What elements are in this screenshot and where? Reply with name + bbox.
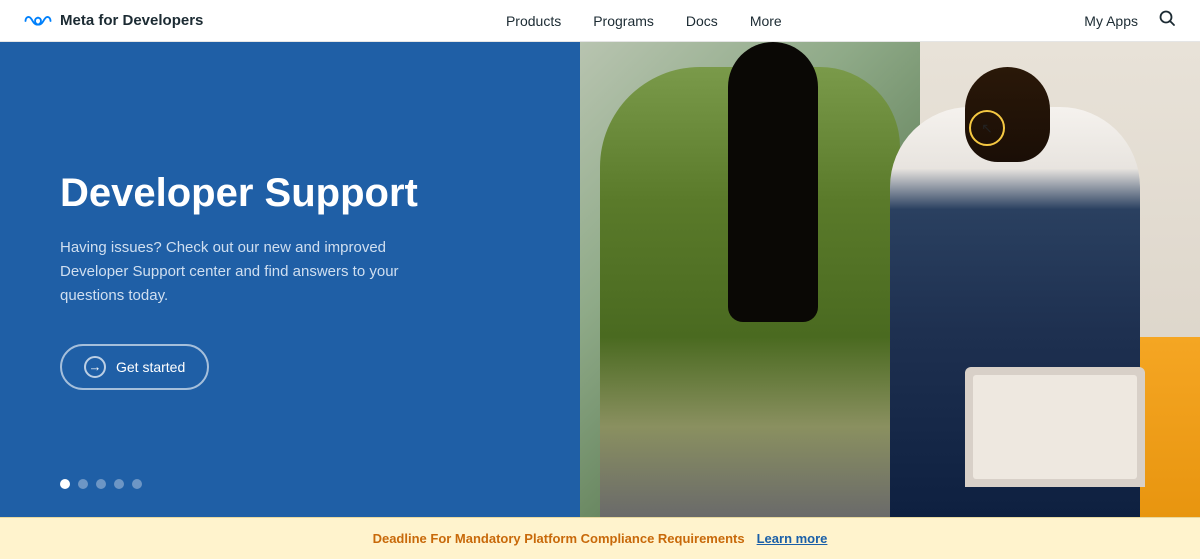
dot-1[interactable] [60,479,70,489]
hero-section: Developer Support Having issues? Check o… [0,42,1200,517]
cursor-arrow-icon: ↖ [981,121,993,135]
laptop [965,367,1145,487]
nav-programs[interactable]: Programs [593,13,654,29]
nav-links: Products Programs Docs More [506,13,782,29]
nav-docs[interactable]: Docs [686,13,718,29]
my-apps-link[interactable]: My Apps [1084,13,1138,29]
nav-more[interactable]: More [750,13,782,29]
brand-name: Meta for Developers [60,12,203,29]
meta-logo-icon [24,14,52,28]
arrow-icon: → [84,356,106,378]
learn-more-link[interactable]: Learn more [757,531,828,546]
dot-5[interactable] [132,479,142,489]
get-started-button[interactable]: → Get started [60,344,209,390]
dot-4[interactable] [114,479,124,489]
dot-2[interactable] [78,479,88,489]
hero-title: Developer Support [60,170,520,216]
nav-products[interactable]: Products [506,13,561,29]
hero-subtitle: Having issues? Check out our new and imp… [60,236,420,308]
laptop-screen [973,375,1137,479]
yellow-accent [1140,337,1200,517]
hero-photo-bg: ↖ [580,42,1200,517]
nav-right: My Apps [1084,9,1176,32]
compliance-banner: Deadline For Mandatory Platform Complian… [0,517,1200,559]
hero-image: ↖ [580,42,1200,517]
banner-text: Deadline For Mandatory Platform Complian… [373,531,745,546]
cursor-indicator: ↖ [969,110,1005,146]
dot-3[interactable] [96,479,106,489]
person1-hair [728,42,818,322]
carousel-dots [60,479,142,489]
logo[interactable]: Meta for Developers [24,12,203,29]
get-started-label: Get started [116,359,185,375]
hero-left-panel: Developer Support Having issues? Check o… [0,42,580,517]
navbar: Meta for Developers Products Programs Do… [0,0,1200,42]
search-icon[interactable] [1158,9,1176,32]
